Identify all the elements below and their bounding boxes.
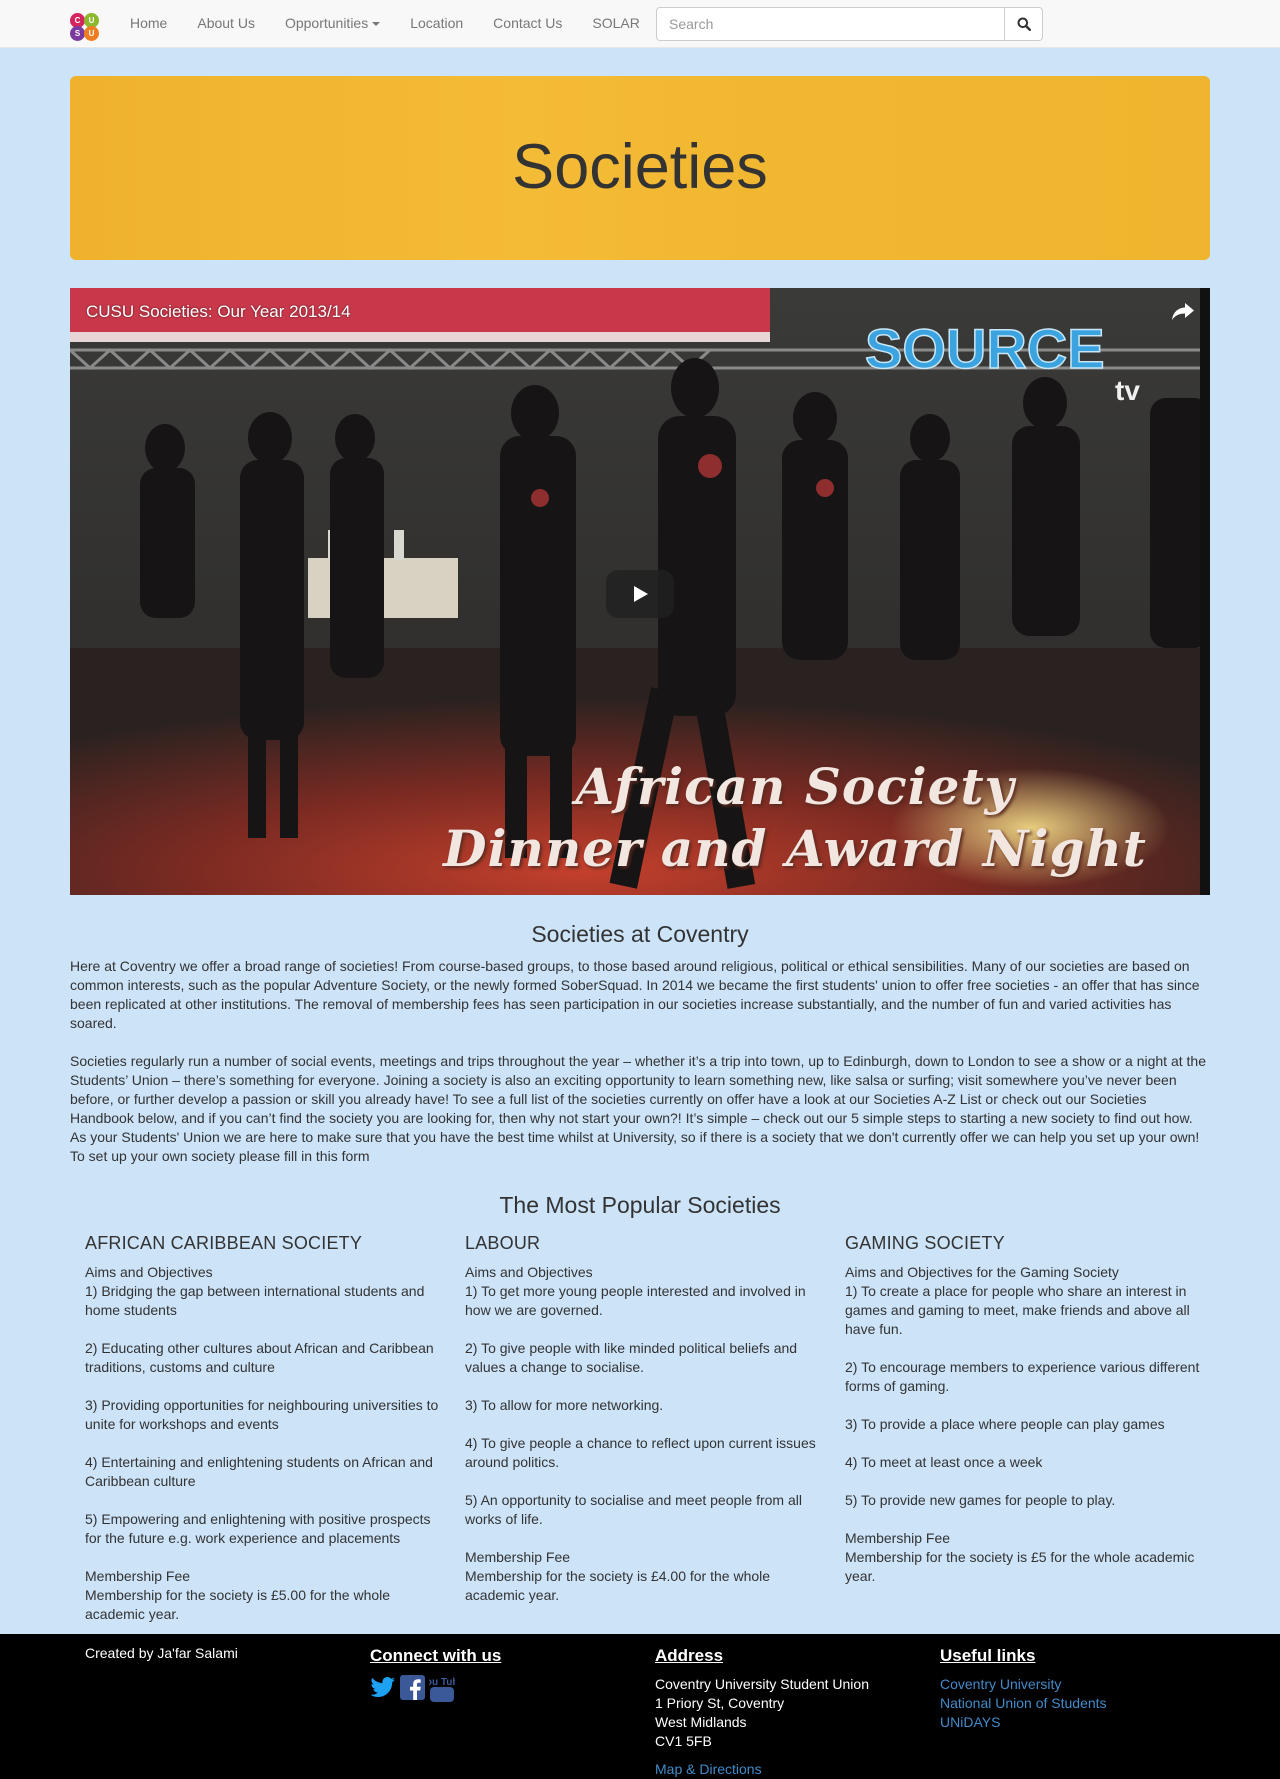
youtube-icon[interactable]: You Tube xyxy=(420,1675,464,1708)
hero-banner: Societies xyxy=(70,76,1210,260)
facebook-icon[interactable] xyxy=(400,1675,425,1708)
intro-paragraph: Societies regularly run a number of soci… xyxy=(70,1053,1206,1164)
aim-item: 4) To meet at least once a week xyxy=(845,1454,1043,1470)
section-title-societies-at-coventry: Societies at Coventry xyxy=(531,921,749,947)
youtube-label: You Tube xyxy=(429,1677,455,1688)
footer-heading: Connect with us xyxy=(370,1646,502,1665)
address-line: 1 Priory St, Coventry xyxy=(655,1695,785,1711)
video-player[interactable]: SOURCE tv CUSU Societies: Our Year 2013/… xyxy=(70,288,1210,895)
twitter-icon[interactable] xyxy=(370,1675,396,1708)
aims-heading: Aims and Objectives for the Gaming Socie… xyxy=(845,1264,1119,1280)
social-links: You Tube xyxy=(370,1675,501,1708)
section-title-popular-societies: The Most Popular Societies xyxy=(499,1192,781,1218)
society-name: GAMING SOCIETY xyxy=(845,1233,1005,1253)
aim-item: 5) An opportunity to socialise and meet … xyxy=(465,1492,802,1527)
search-icon xyxy=(1017,17,1031,31)
society-card: GAMING SOCIETY Aims and Objectives for t… xyxy=(845,1232,1201,1586)
society-card: LABOUR Aims and Objectives 1) To get mor… xyxy=(465,1232,821,1605)
aim-item: 1) To create a place for people who shar… xyxy=(845,1283,1190,1337)
aim-item: 2) To encourage members to experience va… xyxy=(845,1359,1200,1394)
intro-paragraph: Here at Coventry we offer a broad range … xyxy=(70,958,1200,1031)
fee-heading: Membership Fee xyxy=(465,1549,571,1565)
fee-heading: Membership Fee xyxy=(85,1568,191,1584)
aim-item: 4) To give people a chance to reflect up… xyxy=(465,1435,816,1470)
logo-letter: S xyxy=(70,26,85,41)
fee-text: Membership for the society is £4.00 for … xyxy=(465,1568,771,1603)
video-caption: African Society Dinner and Award Night xyxy=(400,756,1190,880)
address-line: Coventry University Student Union xyxy=(655,1676,869,1692)
nav-about-us[interactable]: About Us xyxy=(182,0,270,48)
nav-location[interactable]: Location xyxy=(395,0,478,48)
aim-item: 4) Entertaining and enlightening student… xyxy=(85,1454,433,1489)
svg-text:tv: tv xyxy=(1115,375,1140,406)
nav-contact-us[interactable]: Contact Us xyxy=(478,0,577,48)
address-line: CV1 5FB xyxy=(655,1733,712,1749)
aim-item: 3) To allow for more networking. xyxy=(465,1397,664,1413)
caption-line: Dinner and Award Night xyxy=(443,819,1147,878)
footer-heading: Address xyxy=(655,1646,724,1665)
footer-connect: Connect with us You Tube xyxy=(370,1646,501,1708)
link-coventry-university[interactable]: Coventry University xyxy=(940,1675,1107,1694)
footer-credit: Created by Ja'far Salami xyxy=(85,1645,238,1661)
play-icon xyxy=(634,586,648,602)
aim-item: 5) Empowering and enlightening with posi… xyxy=(85,1511,431,1546)
play-button[interactable] xyxy=(606,570,674,618)
search-input[interactable] xyxy=(656,7,1005,41)
caret-down-icon xyxy=(372,22,381,27)
footer-address: Address Coventry University Student Unio… xyxy=(655,1646,869,1779)
aim-item: 2) Educating other cultures about Africa… xyxy=(85,1340,434,1375)
video-title[interactable]: CUSU Societies: Our Year 2013/14 xyxy=(86,300,351,324)
map-directions-link[interactable]: Map & Directions xyxy=(655,1760,869,1779)
society-name: LABOUR xyxy=(465,1233,541,1253)
fee-heading: Membership Fee xyxy=(845,1530,951,1546)
footer-heading: Useful links xyxy=(940,1646,1036,1665)
share-icon[interactable] xyxy=(1170,298,1196,324)
footer: Created by Ja'far Salami Connect with us… xyxy=(0,1634,1280,1779)
nav-solar[interactable]: SOLAR xyxy=(577,0,654,48)
navbar: C U S U Home About Us Opportunities Loca… xyxy=(0,0,1280,48)
nav-menu: Home About Us Opportunities Location Con… xyxy=(115,0,655,48)
aims-heading: Aims and Objectives xyxy=(85,1264,213,1280)
fee-text: Membership for the society is £5 for the… xyxy=(845,1549,1195,1584)
nav-opportunities-dropdown[interactable]: Opportunities xyxy=(270,0,395,48)
aims-heading: Aims and Objectives xyxy=(465,1264,593,1280)
cusu-logo[interactable]: C U S U xyxy=(70,13,100,43)
search-form xyxy=(656,7,1043,41)
link-nus[interactable]: National Union of Students xyxy=(940,1694,1107,1713)
logo-letter: U xyxy=(84,26,99,41)
nav-opportunities-label: Opportunities xyxy=(284,15,369,31)
search-button[interactable] xyxy=(1005,7,1043,41)
svg-text:SOURCE: SOURCE xyxy=(865,317,1105,380)
society-name: AFRICAN CARIBBEAN SOCIETY xyxy=(85,1233,363,1253)
aim-item: 2) To give people with like minded polit… xyxy=(465,1340,798,1375)
nav-home[interactable]: Home xyxy=(115,0,182,48)
society-card: AFRICAN CARIBBEAN SOCIETY Aims and Objec… xyxy=(85,1232,441,1624)
footer-useful-links: Useful links Coventry University Nationa… xyxy=(940,1646,1107,1732)
link-unidays[interactable]: UNiDAYS xyxy=(940,1713,1107,1732)
page-title: Societies xyxy=(512,132,768,202)
caption-line: African Society xyxy=(575,757,1015,816)
aim-item: 3) Providing opportunities for neighbour… xyxy=(85,1397,439,1432)
aim-item: 1) To get more young people interested a… xyxy=(465,1283,806,1318)
aim-item: 3) To provide a place where people can p… xyxy=(845,1416,1165,1432)
aim-item: 5) To provide new games for people to pl… xyxy=(845,1492,1116,1508)
aim-item: 1) Bridging the gap between internationa… xyxy=(85,1283,425,1318)
address-line: West Midlands xyxy=(655,1714,747,1730)
fee-text: Membership for the society is £5.00 for … xyxy=(85,1587,391,1622)
